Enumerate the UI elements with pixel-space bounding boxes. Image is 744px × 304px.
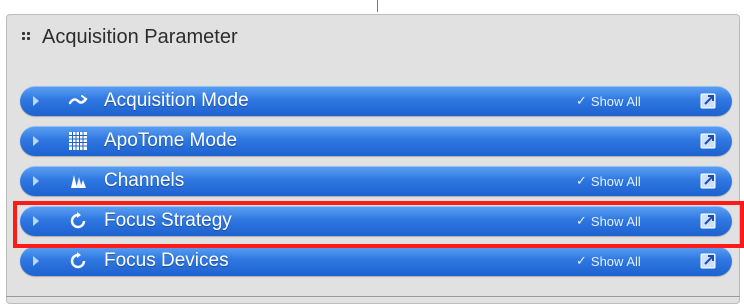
open-external-icon[interactable] (700, 92, 717, 109)
checkmark-icon: ✓ (576, 213, 587, 228)
grid-icon (69, 132, 87, 150)
open-external-icon[interactable] (700, 212, 717, 229)
row-label: Acquisition Mode (104, 90, 249, 111)
row-label: Focus Devices (104, 250, 229, 271)
acquisition-mode-icon (68, 95, 88, 105)
row-focus-devices[interactable]: Focus Devices ✓ Show All (20, 246, 732, 276)
row-apotome-mode[interactable]: ApoTome Mode (20, 126, 732, 156)
expand-arrow-icon[interactable] (33, 176, 39, 186)
column-divider (377, 0, 378, 12)
row-label: Focus Strategy (104, 210, 232, 231)
bottom-divider (6, 296, 740, 297)
open-external-icon[interactable] (700, 252, 717, 269)
show-all-toggle[interactable]: ✓ Show All (576, 173, 641, 189)
focus-icon (70, 212, 86, 229)
expand-arrow-icon[interactable] (33, 256, 39, 266)
show-all-label: Show All (590, 213, 641, 229)
drag-grip-icon[interactable] (22, 32, 32, 42)
panel-title: Acquisition Parameter (42, 25, 238, 48)
checkmark-icon: ✓ (576, 173, 587, 188)
expand-arrow-icon[interactable] (33, 96, 39, 106)
row-focus-strategy[interactable]: Focus Strategy ✓ Show All (20, 206, 732, 236)
checkmark-icon: ✓ (576, 93, 587, 108)
expand-arrow-icon[interactable] (33, 136, 39, 146)
channels-icon (71, 175, 86, 188)
row-label: Channels (104, 170, 185, 191)
cropped-top-strip (0, 0, 744, 12)
show-all-toggle[interactable]: ✓ Show All (576, 213, 641, 229)
show-all-label: Show All (590, 253, 641, 269)
expand-arrow-icon[interactable] (33, 216, 39, 226)
show-all-label: Show All (590, 93, 641, 109)
panel-header[interactable]: Acquisition Parameter (22, 22, 238, 52)
focus-icon (70, 252, 86, 269)
row-channels[interactable]: Channels ✓ Show All (20, 166, 732, 196)
show-all-toggle[interactable]: ✓ Show All (576, 253, 641, 269)
row-label: ApoTome Mode (104, 130, 238, 151)
show-all-label: Show All (590, 173, 641, 189)
open-external-icon[interactable] (700, 172, 717, 189)
show-all-toggle[interactable]: ✓ Show All (576, 93, 641, 109)
row-acquisition-mode[interactable]: Acquisition Mode ✓ Show All (20, 86, 732, 116)
checkmark-icon: ✓ (576, 253, 587, 268)
open-external-icon[interactable] (700, 132, 717, 149)
